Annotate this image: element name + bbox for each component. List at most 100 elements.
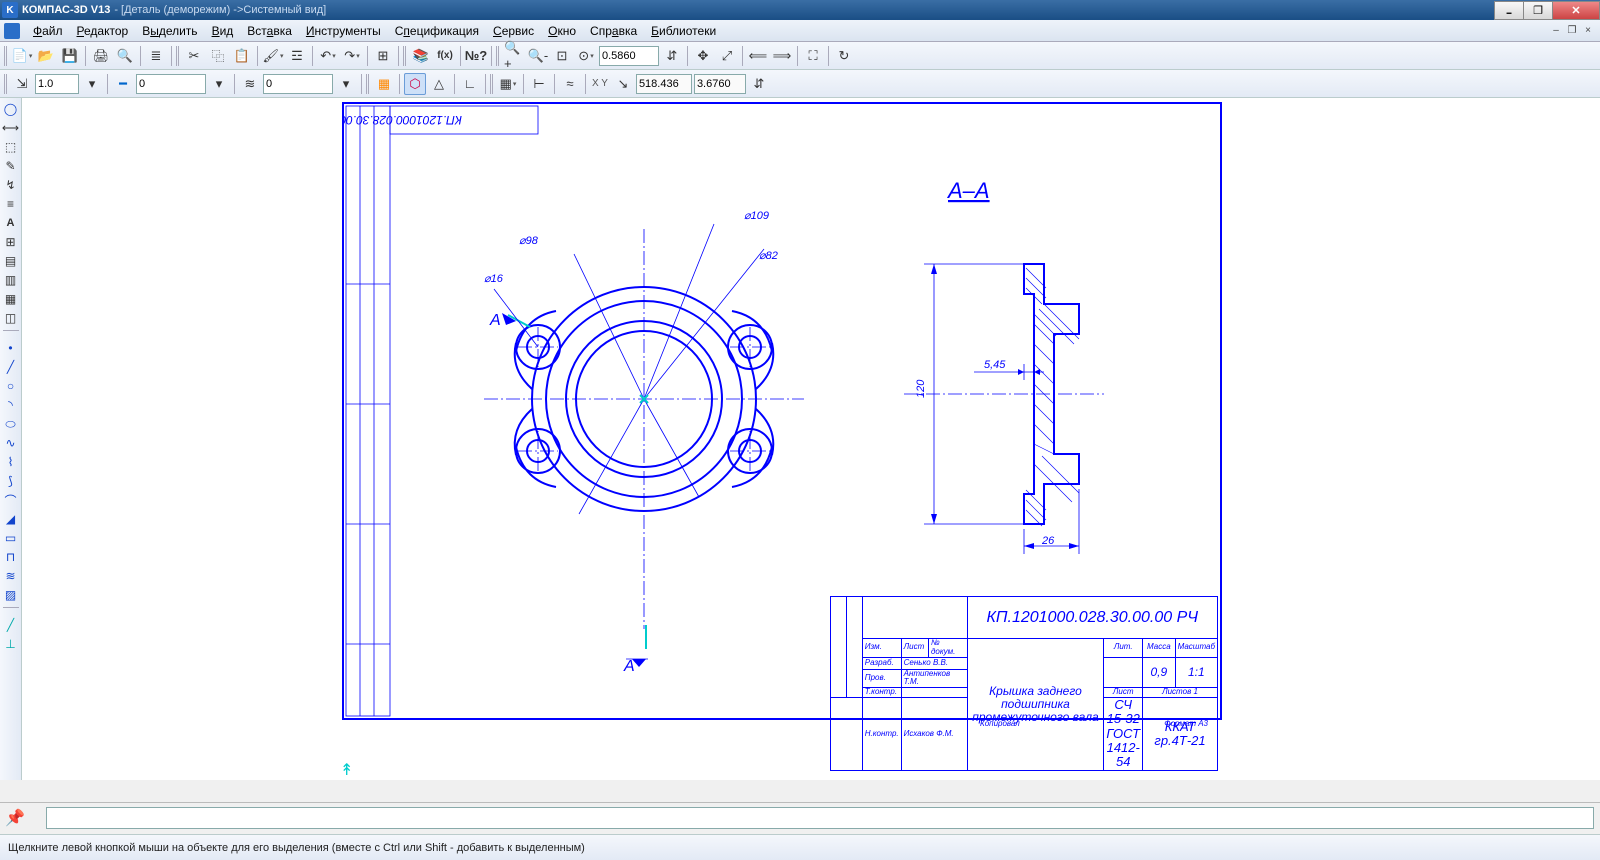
measure-panel-button[interactable]: А [1, 214, 21, 232]
snap-step-icon[interactable]: ⇲ [11, 73, 33, 95]
step-input[interactable] [35, 74, 79, 94]
cut-button[interactable]: ✂ [183, 45, 205, 67]
ellipse-button[interactable]: ⬭ [1, 415, 21, 433]
circle-button[interactable]: ○ [1, 377, 21, 395]
open-button[interactable]: 📂 [35, 45, 57, 67]
rect-button[interactable]: ▭ [1, 529, 21, 547]
symbols-panel-button[interactable]: ⬚ [1, 138, 21, 156]
prev-view-button[interactable]: ⟸ [747, 45, 769, 67]
vars-button[interactable]: f(x) [434, 45, 456, 67]
command-line-input[interactable] [46, 807, 1594, 829]
reports-panel-button[interactable]: ▥ [1, 271, 21, 289]
spec-panel-button[interactable]: ▤ [1, 252, 21, 270]
grid-button[interactable]: ▦ [373, 73, 395, 95]
preview-button[interactable]: 🔍 [114, 45, 136, 67]
bezier-button[interactable]: ⟆ [1, 472, 21, 490]
ortho-button[interactable]: ∟ [459, 73, 481, 95]
close-button[interactable] [1552, 1, 1600, 20]
help-button[interactable]: №? [465, 45, 487, 67]
print-button[interactable]: 🖨 [90, 45, 112, 67]
sheet-frame: КП.1201000.028.30.00.00 РЧ [342, 102, 1222, 720]
menu-tools[interactable]: Инструменты [299, 22, 388, 40]
menu-spec[interactable]: Спецификация [388, 22, 486, 40]
style-spin[interactable]: ▾ [208, 73, 230, 95]
style-icon[interactable]: ━ [112, 73, 134, 95]
zoom-value-input[interactable] [599, 46, 659, 66]
fit-button[interactable]: ⛶ [802, 45, 824, 67]
line-button[interactable]: ╱ [1, 358, 21, 376]
coord-spin[interactable]: ⇵ [748, 73, 770, 95]
library-button[interactable]: 📚 [410, 45, 432, 67]
aux-line-button[interactable]: ╱ [1, 616, 21, 634]
tb-format: Формат А3 [1164, 719, 1208, 728]
undo-button[interactable]: ↶ [317, 45, 339, 67]
mdi-restore-button[interactable]: ❐ [1564, 24, 1580, 38]
menu-service[interactable]: Сервис [486, 22, 541, 40]
aux-perp-button[interactable]: ⊥ [1, 635, 21, 653]
spline-button[interactable]: ∿ [1, 434, 21, 452]
step-spin[interactable]: ▾ [81, 73, 103, 95]
save-button[interactable]: 💾 [59, 45, 81, 67]
style-input[interactable] [136, 74, 206, 94]
layer-spin[interactable]: ▾ [335, 73, 357, 95]
zoom-step-button[interactable]: ⇵ [661, 45, 683, 67]
hatch-button[interactable]: ▨ [1, 586, 21, 604]
paste-button[interactable]: 📋 [231, 45, 253, 67]
svg-text:120: 120 [915, 379, 927, 398]
new-button[interactable]: 📄 [11, 45, 33, 67]
zoom-dyn-button[interactable]: ⤢ [716, 45, 738, 67]
snap-global-button[interactable]: ⬡ [404, 73, 426, 95]
select-panel-button[interactable]: ⊞ [1, 233, 21, 251]
minimize-button[interactable] [1494, 1, 1524, 20]
menu-window[interactable]: Окно [541, 22, 583, 40]
maximize-button[interactable] [1523, 1, 1553, 20]
mdi-app-icon[interactable] [4, 23, 20, 39]
menu-insert[interactable]: Вставка [240, 22, 299, 40]
dimensions-panel-button[interactable]: ⟷ [1, 119, 21, 137]
manager-button[interactable]: ⊞ [372, 45, 394, 67]
text-panel-button[interactable]: ✎ [1, 157, 21, 175]
copy-button[interactable]: ⿻ [207, 45, 229, 67]
mdi-close-button[interactable]: × [1580, 24, 1596, 38]
menu-help[interactable]: Справка [583, 22, 644, 40]
views-panel-button[interactable]: ◫ [1, 309, 21, 327]
point-button[interactable]: • [1, 339, 21, 357]
arc-button[interactable]: ◝ [1, 396, 21, 414]
svg-text:А: А [623, 658, 635, 675]
edit-panel-button[interactable]: ↯ [1, 176, 21, 194]
collect-button[interactable]: ⊓ [1, 548, 21, 566]
spec-button[interactable]: ≣ [145, 45, 167, 67]
menu-edit[interactable]: Редактор [70, 22, 136, 40]
redraw-button[interactable]: ↻ [833, 45, 855, 67]
chamfer-button[interactable]: ◢ [1, 510, 21, 528]
redo-button[interactable]: ↷ [341, 45, 363, 67]
menu-select[interactable]: Выделить [135, 22, 204, 40]
polyline-button[interactable]: ⌇ [1, 453, 21, 471]
menu-libs[interactable]: Библиотеки [644, 22, 723, 40]
menu-file[interactable]: Файл [26, 22, 70, 40]
menu-view[interactable]: Вид [205, 22, 241, 40]
panels-button[interactable]: ▦ [497, 73, 519, 95]
ortho-draw-button[interactable]: ⊢ [528, 73, 550, 95]
zoom-window-button[interactable]: ⊡ [551, 45, 573, 67]
equidist-button[interactable]: ≋ [1, 567, 21, 585]
copy-props-button[interactable]: 🖌 [262, 45, 284, 67]
snap-local-button[interactable]: △ [428, 73, 450, 95]
zoom-scale-button[interactable]: ⊙ [575, 45, 597, 67]
insert-panel-button[interactable]: ▦ [1, 290, 21, 308]
zoom-out-button[interactable]: 🔍- [527, 45, 549, 67]
fillet-button[interactable]: ⌒ [1, 491, 21, 509]
geometry-panel-button[interactable]: ◯ [1, 100, 21, 118]
pan-button[interactable]: ✥ [692, 45, 714, 67]
coord-mode-button[interactable]: ↘ [612, 73, 634, 95]
prop-pin-icon[interactable]: 📌 [6, 807, 24, 829]
drawing-canvas[interactable]: КП.1201000.028.30.00.00 РЧ [22, 98, 1600, 780]
layer-icon[interactable]: ≋ [239, 73, 261, 95]
round-button[interactable]: ≈ [559, 73, 581, 95]
zoom-in-button[interactable]: 🔍+ [503, 45, 525, 67]
properties-button[interactable]: ☲ [286, 45, 308, 67]
param-panel-button[interactable]: ≡ [1, 195, 21, 213]
next-view-button[interactable]: ⟹ [771, 45, 793, 67]
layer-input[interactable] [263, 74, 333, 94]
mdi-minimize-button[interactable]: – [1548, 24, 1564, 38]
